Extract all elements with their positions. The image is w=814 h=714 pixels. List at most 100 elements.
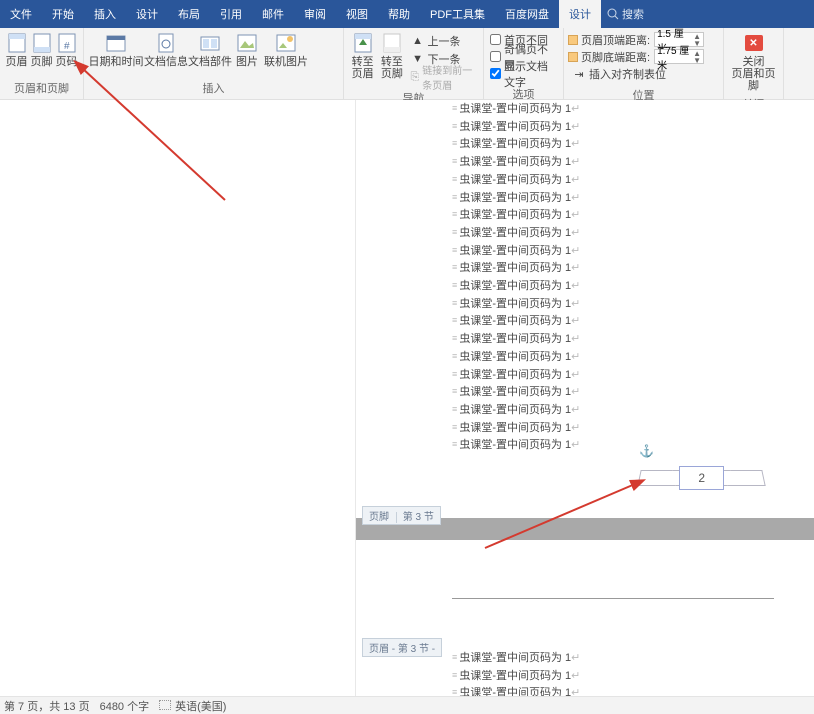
goto-footer-button[interactable]: 转至页脚 [377, 30, 406, 80]
search-box[interactable]: 搜索 [607, 0, 644, 28]
body-line: ≡ 虫课堂-置中间页码为 1↵ [356, 330, 814, 348]
show-doc-text-checkbox[interactable]: 显示文档文字 [488, 65, 559, 82]
body-line: ≡ 虫课堂-置中间页码为 1↵ [356, 667, 814, 685]
footer-distance-row: 页脚底端距离: 1.75 厘米▲▼ [568, 48, 704, 65]
body-line: ≡ 虫课堂-置中间页码为 1↵ [356, 135, 814, 153]
online-picture-icon [275, 32, 297, 54]
datetime-icon [105, 32, 127, 54]
picture-button[interactable]: 图片 [232, 30, 262, 68]
body-line: ≡ 虫课堂-置中间页码为 1↵ [356, 242, 814, 260]
status-words[interactable]: 6480 个字 [100, 698, 150, 714]
page-upper: ≡ 虫课堂-置中间页码为 1↵≡ 虫课堂-置中间页码为 1↵≡ 虫课堂-置中间页… [356, 100, 814, 518]
goto-header-icon [352, 32, 374, 54]
doc-parts-button[interactable]: 文档部件 [188, 30, 232, 68]
goto-footer-label: 转至页脚 [377, 56, 406, 80]
online-picture-button[interactable]: 联机图片 [262, 30, 310, 68]
body-line: ≡ 虫课堂-置中间页码为 1↵ [356, 401, 814, 419]
footer-tag-text: 页脚 [369, 512, 389, 523]
body-line: ≡ 虫课堂-置中间页码为 1↵ [356, 366, 814, 384]
link-prev-icon: ⎘ [410, 70, 421, 84]
body-line: ≡ 虫课堂-置中间页码为 1↵ [356, 419, 814, 437]
body-line: ≡ 虫课堂-置中间页码为 1↵ [356, 684, 814, 696]
group-header-footer: 页眉 页脚 # 页码 页眉和页脚 [0, 28, 84, 99]
footer-icon [31, 32, 53, 54]
goto-header-label: 转至页眉 [348, 56, 377, 80]
doc-info-label: 文档信息 [144, 56, 188, 68]
svg-text:#: # [64, 41, 70, 52]
footer-distance-input[interactable]: 1.75 厘米▲▼ [654, 49, 704, 64]
online-picture-label: 联机图片 [264, 56, 308, 68]
spinner-icon[interactable]: ▲▼ [693, 50, 701, 64]
goto-footer-icon [381, 32, 403, 54]
page-number-shape[interactable]: 2 [679, 466, 724, 490]
close-label: 关闭页眉和页脚 [728, 56, 779, 92]
menu-reference[interactable]: 引用 [210, 0, 252, 28]
page-number-button[interactable]: # 页码 [54, 30, 79, 68]
goto-header-button[interactable]: 转至页眉 [348, 30, 377, 80]
header-icon [6, 32, 28, 54]
close-header-footer-button[interactable]: ✕ 关闭页眉和页脚 [728, 30, 779, 92]
menu-layout[interactable]: 布局 [168, 0, 210, 28]
close-icon: ✕ [743, 32, 765, 54]
header-button[interactable]: 页眉 [4, 30, 29, 68]
insert-align-tab-label: 插入对齐制表位 [589, 66, 666, 82]
body-line: ≡ 虫课堂-置中间页码为 1↵ [356, 259, 814, 277]
page-lower: 页眉 - 第 3 节 - ≡ 虫课堂-置中间页码为 1↵≡ 虫课堂-置中间页码为… [356, 540, 814, 696]
menu-home[interactable]: 开始 [42, 0, 84, 28]
footer-distance-swatch-icon [568, 52, 578, 62]
document-area[interactable]: ≡ 虫课堂-置中间页码为 1↵≡ 虫课堂-置中间页码为 1↵≡ 虫课堂-置中间页… [356, 100, 814, 696]
workspace: ≡ 虫课堂-置中间页码为 1↵≡ 虫课堂-置中间页码为 1↵≡ 虫课堂-置中间页… [0, 100, 814, 696]
language-icon [159, 700, 171, 710]
picture-icon [236, 32, 258, 54]
prev-button[interactable]: ▲上一条 [407, 32, 479, 50]
header-distance-swatch-icon [568, 35, 578, 45]
navigation-pane[interactable] [0, 100, 356, 696]
group-navigation: 转至页眉 转至页脚 ▲上一条 ▼下一条 ⎘链接到前一条页眉 导航 [344, 28, 484, 99]
statusbar: 第 7 页，共 13 页 6480 个字 英语(美国) [0, 696, 814, 714]
menu-design[interactable]: 设计 [126, 0, 168, 28]
body-line: ≡ 虫课堂-置中间页码为 1↵ [356, 383, 814, 401]
group-insert: 日期和时间 文档信息 文档部件 图片 联机图片 插入 [84, 28, 344, 99]
body-line: ≡ 虫课堂-置中间页码为 1↵ [356, 348, 814, 366]
status-language-text: 英语(美国) [175, 701, 226, 713]
status-page[interactable]: 第 7 页，共 13 页 [4, 698, 90, 714]
search-placeholder: 搜索 [622, 6, 644, 22]
menu-mail[interactable]: 邮件 [252, 0, 294, 28]
group-header-footer-label: 页眉和页脚 [0, 78, 83, 99]
doc-info-icon [155, 32, 177, 54]
datetime-label: 日期和时间 [89, 56, 144, 68]
page-number-label: 页码 [56, 56, 78, 68]
doc-info-button[interactable]: 文档信息 [144, 30, 188, 68]
doc-parts-label: 文档部件 [188, 56, 232, 68]
menu-file[interactable]: 文件 [0, 0, 42, 28]
body-line: ≡ 虫课堂-置中间页码为 1↵ [356, 206, 814, 224]
prev-label: 上一条 [428, 33, 461, 49]
body-line: ≡ 虫课堂-置中间页码为 1↵ [356, 171, 814, 189]
insert-align-tab-button[interactable]: ⇥插入对齐制表位 [568, 65, 669, 83]
status-language[interactable]: 英语(美国) [159, 698, 226, 714]
footer-label: 页脚 [31, 56, 53, 68]
body-line: ≡ 虫课堂-置中间页码为 1↵ [356, 277, 814, 295]
body-line: ≡ 虫课堂-置中间页码为 1↵ [356, 100, 814, 118]
page-number-value: 2 [679, 466, 724, 490]
menu-pdf[interactable]: PDF工具集 [420, 0, 495, 28]
doc-parts-icon [199, 32, 221, 54]
ribbon-right-icon [718, 470, 765, 486]
menu-help[interactable]: 帮助 [378, 0, 420, 28]
footer-distance-label: 页脚底端距离: [581, 49, 650, 65]
footer-section-tag: 页脚 第 3 节 [362, 506, 441, 525]
group-options: 首页不同 奇偶页不同 显示文档文字 选项 [484, 28, 564, 99]
menu-header-footer-design[interactable]: 设计 [559, 0, 601, 28]
link-prev-button[interactable]: ⎘链接到前一条页眉 [407, 68, 479, 86]
footer-section-text: 第 3 节 [396, 512, 434, 523]
menu-baidu[interactable]: 百度网盘 [495, 0, 559, 28]
menu-insert[interactable]: 插入 [84, 0, 126, 28]
footer-button[interactable]: 页脚 [29, 30, 54, 68]
datetime-button[interactable]: 日期和时间 [88, 30, 144, 68]
header-label: 页眉 [6, 56, 28, 68]
menu-review[interactable]: 审阅 [294, 0, 336, 28]
spinner-icon[interactable]: ▲▼ [693, 33, 701, 47]
body-line: ≡ 虫课堂-置中间页码为 1↵ [356, 153, 814, 171]
prev-icon: ▲ [410, 34, 426, 48]
menu-view[interactable]: 视图 [336, 0, 378, 28]
